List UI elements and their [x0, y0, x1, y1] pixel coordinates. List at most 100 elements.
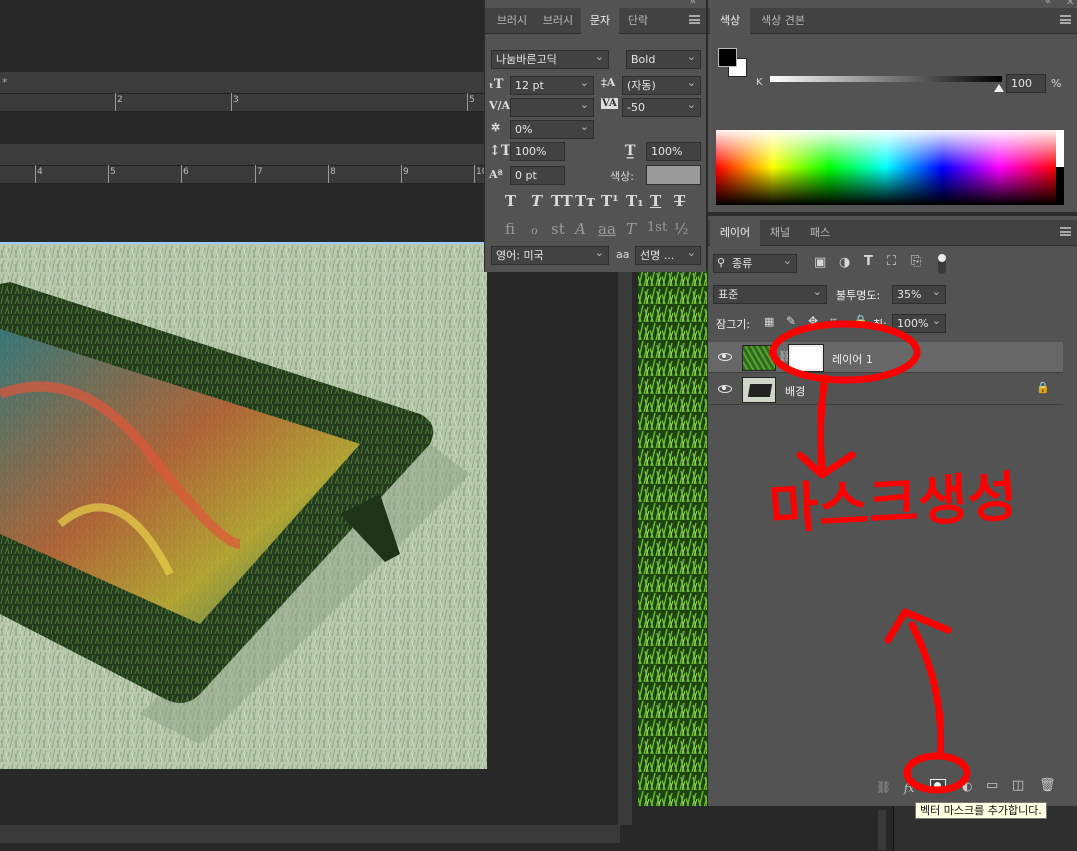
add-vector-mask-icon[interactable]	[930, 779, 946, 792]
kerning-input[interactable]	[510, 96, 594, 117]
text-color-swatch[interactable]	[646, 165, 701, 185]
layer-row-layer1[interactable]: ⛓ 레이어 1	[708, 342, 1063, 373]
ruler-number: 6	[183, 167, 189, 177]
document-tab-bar-2[interactable]	[0, 144, 487, 166]
baseline-shift-input[interactable]: 0 pt	[510, 166, 565, 185]
type-filter-icon[interactable]: T	[864, 254, 873, 269]
horizontal-ruler-top[interactable]: 2 3 5	[0, 93, 487, 112]
layer-row-background[interactable]: 배경 🔒	[708, 374, 1063, 405]
layer-mask-thumbnail[interactable]	[788, 344, 824, 372]
shape-filter-icon[interactable]: ⛶	[887, 254, 896, 269]
tab-color[interactable]: 색상	[710, 8, 750, 34]
vertical-scrollbar[interactable]	[618, 270, 632, 825]
horizontal-ruler-bottom[interactable]: 4 5 6 7 8 9 10	[0, 165, 487, 184]
swash-button[interactable]: A	[575, 220, 586, 238]
layer-name[interactable]: 레이어 1	[832, 351, 873, 367]
ruler-number: 7	[257, 167, 263, 177]
kerning-icon: V/A	[489, 99, 511, 112]
fill-input[interactable]: 100%	[892, 312, 946, 333]
opacity-input[interactable]: 35%	[892, 283, 946, 304]
language-select[interactable]: 영어: 미국	[491, 244, 609, 265]
lock-position-icon[interactable]: ✥	[808, 314, 818, 328]
subscript-button[interactable]: T₁	[626, 192, 644, 210]
delete-layer-icon[interactable]: 🗑	[1039, 778, 1056, 793]
tab-layers[interactable]: 레이어	[710, 220, 760, 246]
color-spectrum-ramp[interactable]	[716, 130, 1064, 205]
underline-button[interactable]: T	[650, 192, 661, 210]
leading-icon: ‡A	[601, 76, 616, 89]
lock-all-icon[interactable]: 🔒	[853, 314, 868, 328]
small-caps-button[interactable]: Tт	[575, 192, 595, 210]
leading-input[interactable]: (자동)	[622, 74, 701, 95]
discretionary-ligatures-button[interactable]: st	[551, 220, 565, 238]
color-panel-menu-icon[interactable]	[1060, 15, 1071, 24]
lock-image-brush-icon[interactable]: ✎	[786, 314, 796, 328]
layer-thumbnail[interactable]	[742, 345, 776, 371]
collapse-panel-icon-right[interactable]: «	[1045, 0, 1051, 7]
color-label: 색상:	[610, 170, 634, 183]
strikethrough-button[interactable]: T	[674, 192, 685, 210]
filter-toggle[interactable]	[938, 254, 946, 274]
lock-artboard-icon[interactable]: ⌗	[830, 314, 837, 329]
new-layer-icon[interactable]: ◫	[1012, 778, 1024, 793]
ligatures-button[interactable]: fi	[505, 220, 515, 238]
horizontal-scale-input[interactable]: 100%	[646, 142, 701, 161]
adjustment-filter-icon[interactable]: ◑	[839, 255, 850, 270]
layers-panel-menu-icon[interactable]	[1060, 227, 1071, 236]
fx-icon[interactable]: fx	[904, 782, 914, 795]
tab-brush[interactable]: 브러시	[489, 8, 535, 34]
k-slider-handle[interactable]	[994, 84, 1004, 92]
stylistic-alternates-button[interactable]: aa	[598, 220, 616, 238]
foreground-color-swatch[interactable]	[718, 48, 737, 67]
antialias-select[interactable]: 선명 ...	[635, 244, 701, 265]
visibility-eye-icon[interactable]	[718, 385, 732, 393]
titling-alternates-button[interactable]: T	[626, 220, 636, 238]
ordinals-button[interactable]: 1st	[647, 220, 667, 235]
tsume-icon: ✲	[491, 121, 501, 134]
close-panel-icon[interactable]: ✕	[1066, 0, 1074, 8]
k-slider-track[interactable]	[770, 76, 1002, 82]
tsume-input[interactable]: 0%	[510, 118, 594, 139]
color-panel-tabs: 색상 색상 견본	[708, 8, 1077, 34]
adjustment-layer-icon[interactable]: ◐	[962, 779, 972, 793]
new-group-icon[interactable]: ▭	[986, 778, 998, 793]
k-value-input[interactable]: 100	[1006, 74, 1046, 93]
faux-italic-button[interactable]: T	[531, 192, 542, 210]
channel-label: K	[756, 77, 763, 88]
tab-channels[interactable]: 채널	[760, 220, 800, 246]
link-layers-icon[interactable]: ⛓	[876, 780, 891, 794]
vertical-scale-input[interactable]: 100%	[510, 142, 565, 161]
collapse-panel-icon[interactable]: «	[690, 0, 696, 7]
tab-character[interactable]: 문자	[581, 8, 619, 34]
panel-menu-icon[interactable]	[689, 15, 700, 24]
layer-thumbnail[interactable]	[742, 377, 776, 403]
font-style-select[interactable]: Bold	[626, 48, 701, 69]
opacity-label: 불투명도:	[836, 289, 881, 302]
lock-transparent-icon[interactable]: ▦	[764, 315, 774, 328]
document-tab-bar[interactable]: *	[0, 72, 487, 94]
tab-paragraph[interactable]: 단락	[619, 8, 657, 34]
faux-bold-button[interactable]: T	[505, 192, 516, 210]
layer-name[interactable]: 배경	[785, 383, 805, 399]
font-family-select[interactable]: 나눔바른고딕	[491, 48, 609, 69]
character-panel: 브러시 브러시 문자 단락 나눔바른고딕 Bold ₜT 12 pt ‡A (자…	[484, 0, 706, 272]
fractions-button[interactable]: ½	[674, 220, 689, 238]
old-style-button[interactable]: ℴ	[531, 220, 538, 238]
fill-label: 칠:	[873, 318, 887, 331]
ruler-number: 3	[233, 95, 239, 105]
superscript-button[interactable]: T¹	[601, 192, 619, 210]
blend-mode-select[interactable]: 표준	[713, 283, 827, 304]
filter-kind-select[interactable]: ⚲ 종류	[713, 252, 797, 273]
visibility-eye-icon[interactable]	[718, 353, 732, 361]
all-caps-button[interactable]: TT	[551, 192, 573, 210]
font-size-input[interactable]: 12 pt	[510, 74, 594, 95]
canvas-image[interactable]	[0, 242, 487, 769]
tracking-input[interactable]: -50	[622, 96, 701, 117]
smart-object-filter-icon[interactable]: ⎘	[911, 254, 921, 269]
tab-swatches[interactable]: 색상 견본	[752, 8, 814, 34]
horizontal-scrollbar[interactable]	[0, 825, 620, 843]
tab-brush-settings[interactable]: 브러시	[535, 8, 581, 34]
ruler-tick	[35, 165, 36, 183]
tab-paths[interactable]: 패스	[800, 220, 840, 246]
pixel-filter-icon[interactable]: ▣	[814, 255, 826, 270]
